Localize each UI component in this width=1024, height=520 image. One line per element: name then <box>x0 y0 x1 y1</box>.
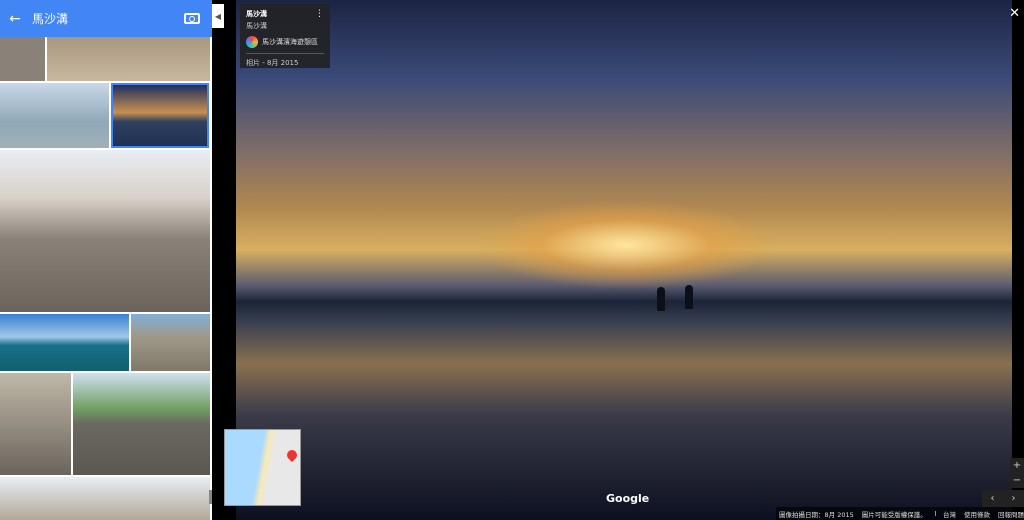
author[interactable]: 馬沙溝濱海遊憩區 <box>246 36 324 48</box>
author-avatar <box>246 36 258 48</box>
photo-thumbnail[interactable] <box>0 314 129 371</box>
sun-glow <box>476 200 776 290</box>
place-title: 馬沙溝 <box>32 12 69 26</box>
sidebar-header: ← 馬沙溝 <box>0 0 212 37</box>
close-button[interactable]: ✕ <box>1009 6 1020 21</box>
photo-thumbnail[interactable] <box>0 37 45 81</box>
photo-thumbnail-selected[interactable] <box>111 83 209 148</box>
collapse-sidebar-button[interactable]: ◀ <box>212 4 224 28</box>
person-silhouette <box>657 287 665 311</box>
photo-nav: ‹ › <box>982 490 1024 507</box>
photo-thumbnail[interactable] <box>0 373 71 475</box>
map-pin-icon <box>284 447 300 463</box>
add-photo-icon[interactable] <box>184 13 200 24</box>
zoom-in-button[interactable]: + <box>1010 458 1024 473</box>
copyright-notice: 圖片可能受版權保護。 <box>861 510 927 519</box>
photo-thumbnail[interactable] <box>73 373 210 475</box>
photo-thumbnail[interactable] <box>131 314 210 371</box>
photo-thumbnail[interactable] <box>47 37 210 81</box>
author-name[interactable]: 馬沙溝濱海遊憩區 <box>262 37 318 47</box>
minimap[interactable] <box>224 429 301 506</box>
zoom-out-button[interactable]: − <box>1010 473 1024 488</box>
photo-sidebar: ← 馬沙溝 <box>0 0 212 520</box>
photo-date: 相片 - 8月 2015 <box>246 53 324 68</box>
more-options-icon[interactable]: ⋮ <box>315 9 324 19</box>
card-subtitle: 馬沙溝 <box>246 22 267 30</box>
person-silhouette <box>685 285 693 309</box>
photo-info-card: 馬沙溝 馬沙溝 馬沙溝濱海遊憩區 相片 - 8月 2015 ⋮ <box>240 4 330 68</box>
footer-bar: 圖像拍攝日期：8月 2015 圖片可能受版權保護。 台灣 使用條款 回報問題 <box>776 507 1024 520</box>
card-title: 馬沙溝 <box>246 10 267 18</box>
previous-photo-button[interactable]: ‹ <box>982 490 1003 507</box>
terms-link[interactable]: 使用條款 <box>964 509 990 519</box>
next-photo-button[interactable]: › <box>1003 490 1024 507</box>
photo-thumbnail[interactable] <box>0 477 210 520</box>
back-button[interactable]: ← <box>4 11 26 27</box>
zoom-control: + − <box>1010 458 1024 488</box>
photo-thumbnail[interactable] <box>0 83 109 148</box>
photo-viewer[interactable] <box>236 0 1012 520</box>
report-link[interactable]: 回報問題 <box>998 509 1024 519</box>
region-link[interactable]: 台灣 <box>943 509 956 519</box>
photo-thumbnail[interactable] <box>0 150 210 312</box>
capture-date: 圖像拍攝日期：8月 2015 <box>779 510 854 519</box>
scrollbar[interactable] <box>209 490 212 504</box>
google-logo: Google <box>606 492 650 505</box>
